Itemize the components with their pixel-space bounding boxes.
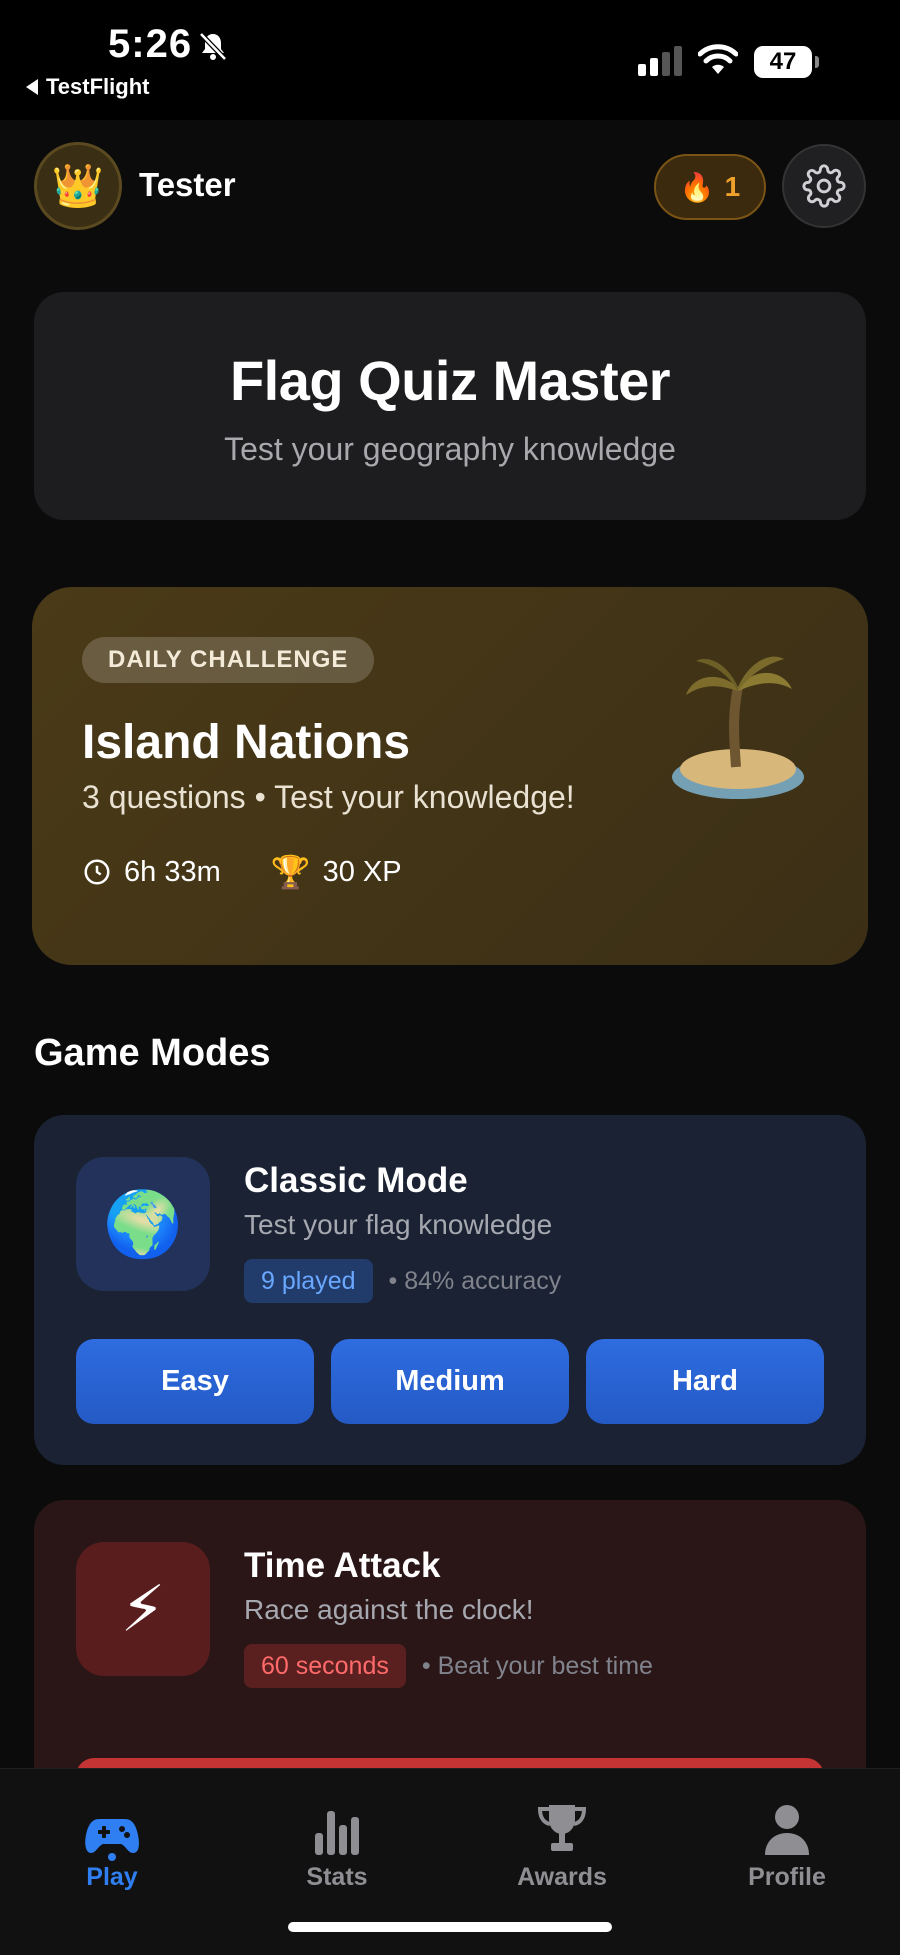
tab-stats-label: Stats: [306, 1863, 368, 1891]
username: Tester: [139, 166, 236, 203]
time-attack-subtitle: Race against the clock!: [244, 1594, 534, 1625]
bell-slash-icon: [199, 32, 227, 61]
person-icon: [765, 1805, 809, 1855]
battery-indicator: 47: [754, 46, 819, 78]
status-bar: 5:26 TestFlight 47: [0, 0, 900, 120]
daily-challenge-meta: 6h 33m 🏆 30 XP: [82, 853, 402, 891]
tab-profile-label: Profile: [748, 1863, 826, 1891]
bar-chart-icon: [315, 1811, 359, 1855]
tab-play-label: Play: [86, 1863, 138, 1891]
home-indicator[interactable]: [288, 1922, 612, 1932]
time-attack-stats: 60 seconds • Beat your best time: [244, 1644, 653, 1688]
flame-icon: 🔥: [679, 171, 715, 203]
duration-chip: 60 seconds: [244, 1644, 406, 1688]
daily-challenge-title: Island Nations: [82, 716, 411, 769]
active-tab-dot: [108, 1853, 116, 1861]
crown-icon: 👑: [51, 161, 105, 209]
hero-card: Flag Quiz Master Test your geography kno…: [34, 292, 866, 520]
trophy-icon: [537, 1805, 587, 1851]
tab-awards-label: Awards: [517, 1863, 607, 1891]
daily-challenge-card[interactable]: DAILY CHALLENGE Island Nations 3 questio…: [32, 587, 868, 965]
accuracy-text: • 84% accuracy: [388, 1266, 562, 1295]
clock-icon: [84, 859, 110, 885]
classic-mode-stats: 9 played • 84% accuracy: [244, 1259, 561, 1303]
back-app-label: TestFlight: [46, 74, 150, 99]
palm-island-icon: [672, 656, 804, 799]
app-subtitle: Test your geography knowledge: [224, 431, 676, 467]
tab-play[interactable]: Play: [37, 1799, 187, 1892]
xp-reward: 30 XP: [322, 855, 402, 888]
globe-icon: 🌍: [76, 1157, 210, 1291]
streak-count: 1: [724, 171, 741, 202]
tab-stats[interactable]: Stats: [262, 1799, 412, 1892]
tab-awards[interactable]: Awards: [487, 1799, 637, 1892]
settings-button[interactable]: [782, 144, 866, 228]
lightning-icon: ⚡: [76, 1542, 210, 1676]
daily-challenge-badge: DAILY CHALLENGE: [82, 637, 375, 683]
hard-button[interactable]: Hard: [586, 1339, 824, 1424]
avatar[interactable]: 👑: [34, 142, 122, 230]
medium-button[interactable]: Medium: [331, 1339, 569, 1424]
classic-mode-subtitle: Test your flag knowledge: [244, 1209, 553, 1240]
classic-mode-card[interactable]: 🌍 Classic Mode Test your flag knowledge …: [34, 1115, 866, 1465]
tab-profile[interactable]: Profile: [712, 1799, 862, 1892]
time-remaining: 6h 33m: [124, 855, 221, 888]
wifi-icon: [698, 44, 738, 74]
time-attack-card[interactable]: ⚡ Time Attack Race against the clock! 60…: [34, 1500, 866, 1818]
gamepad-icon: [85, 1819, 139, 1853]
trophy-icon: 🏆: [270, 854, 311, 890]
back-arrow-icon: [26, 79, 38, 95]
cellular-signal-icon: [638, 46, 682, 76]
easy-button[interactable]: Easy: [76, 1339, 314, 1424]
daily-challenge-subtitle: 3 questions • Test your knowledge!: [82, 779, 575, 815]
difficulty-buttons: Easy Medium Hard: [76, 1339, 824, 1424]
classic-mode-title: Classic Mode: [244, 1161, 468, 1200]
app-title: Flag Quiz Master: [229, 349, 671, 412]
best-time-text: • Beat your best time: [421, 1651, 653, 1680]
back-to-app-link[interactable]: TestFlight: [26, 74, 149, 100]
streak-badge[interactable]: 🔥 1: [654, 154, 766, 220]
games-played-chip: 9 played: [244, 1259, 373, 1303]
status-time: 5:26: [108, 22, 193, 66]
time-attack-title: Time Attack: [244, 1546, 441, 1585]
gear-icon: [802, 164, 846, 208]
game-modes-heading: Game Modes: [34, 1032, 271, 1074]
